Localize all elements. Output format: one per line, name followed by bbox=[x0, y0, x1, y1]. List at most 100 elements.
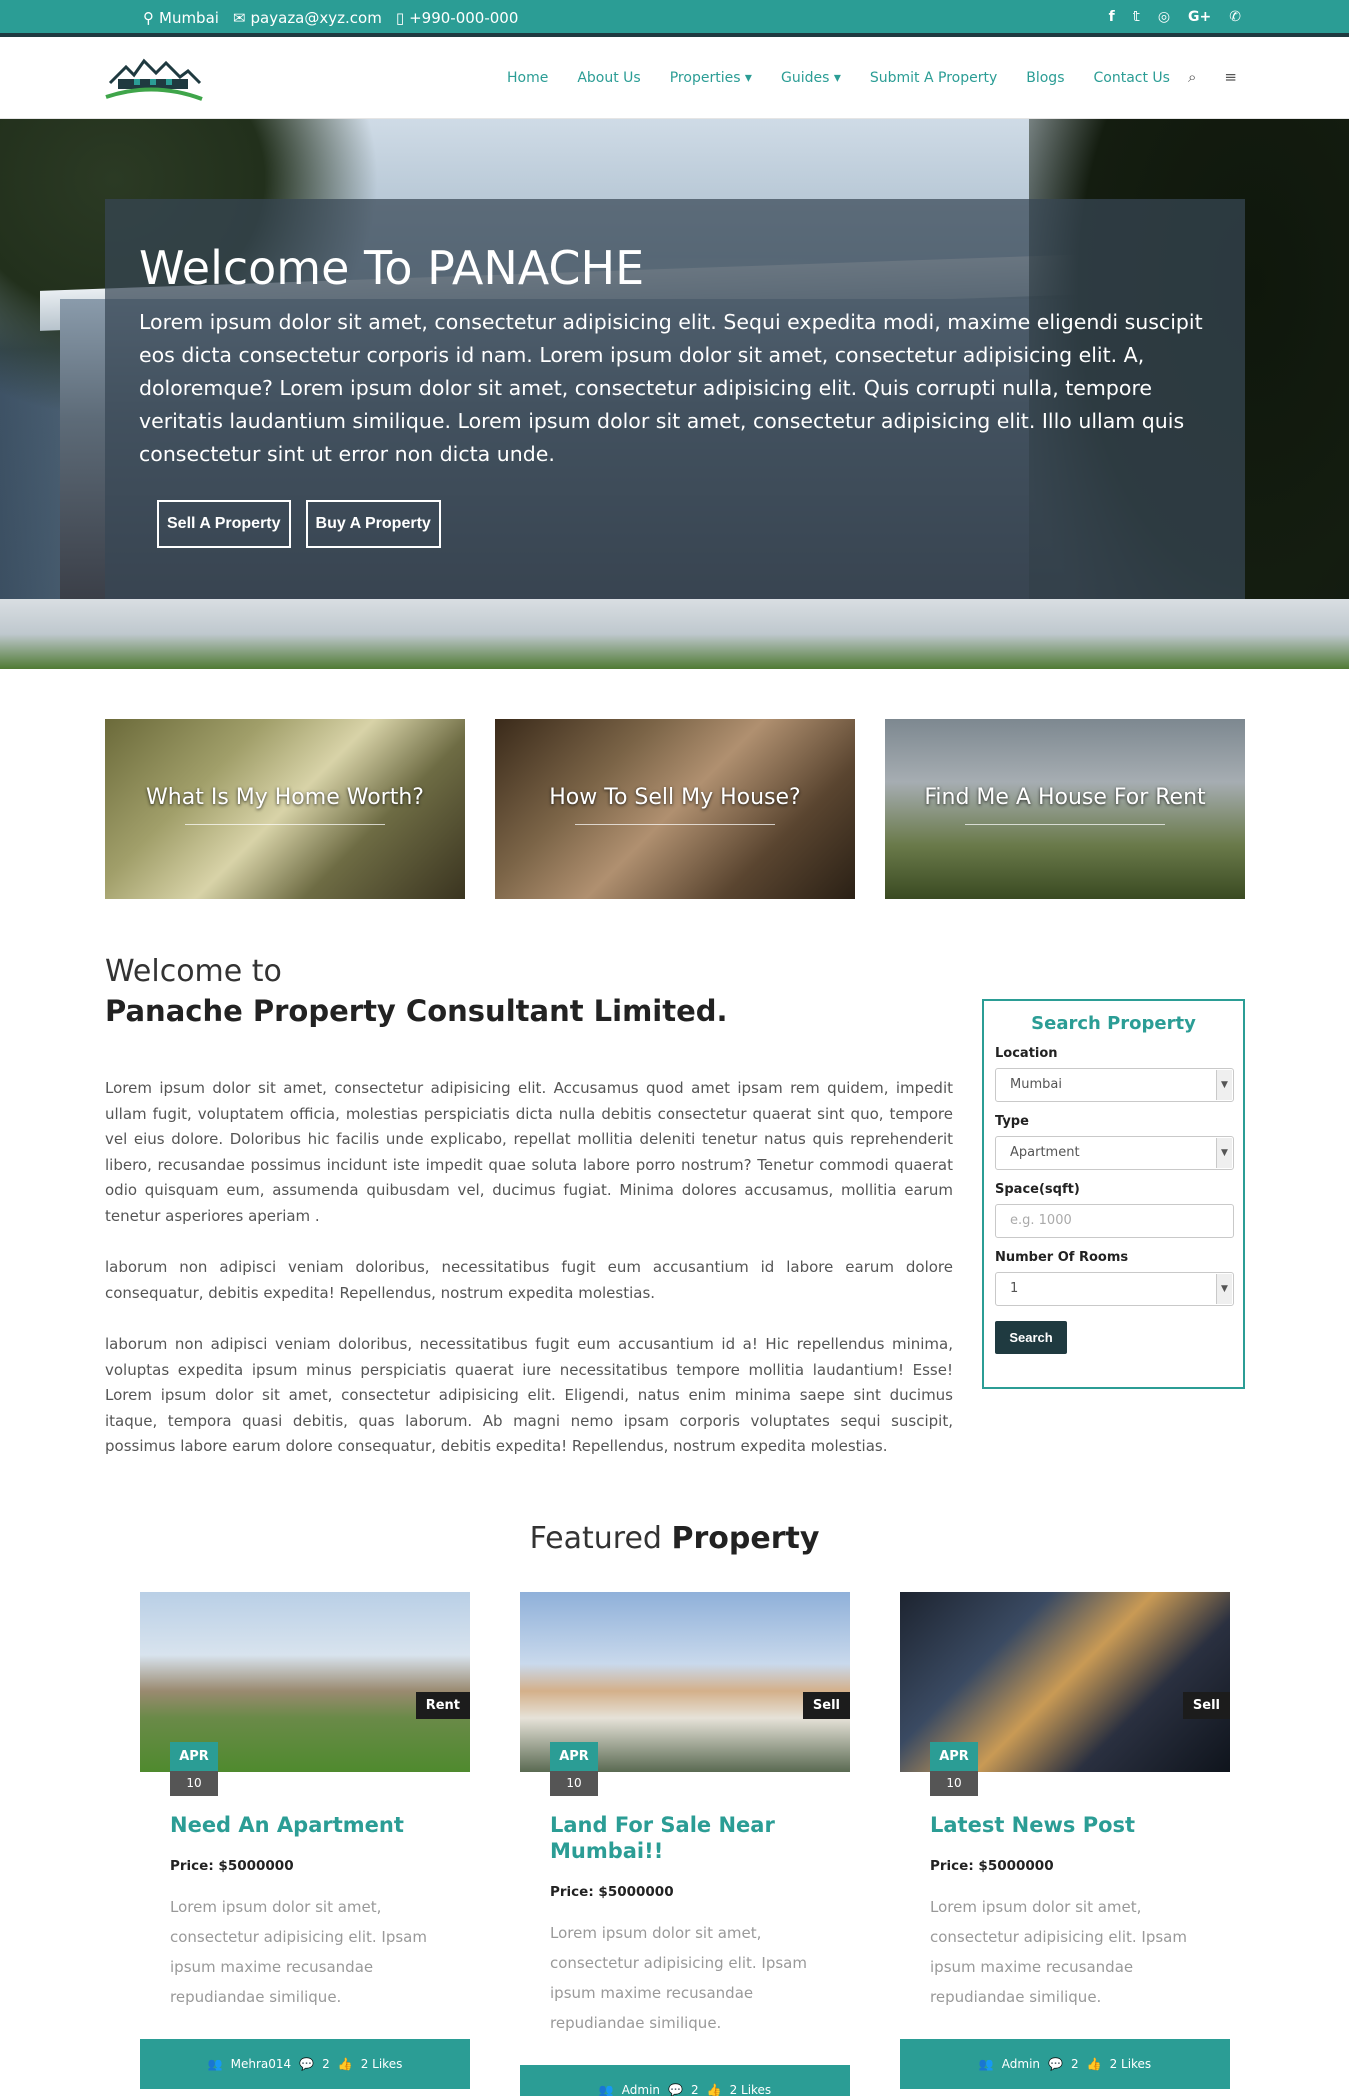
property-image[interactable]: Rent APR 10 bbox=[140, 1592, 470, 1796]
house-logo-icon[interactable] bbox=[104, 53, 204, 105]
date-day: 10 bbox=[170, 1771, 218, 1796]
property-card[interactable]: Rent APR 10 Need An Apartment Price: $50… bbox=[140, 1592, 470, 2089]
chevron-down-icon: ▼ bbox=[1216, 1138, 1232, 1168]
likes-count: 2 Likes bbox=[360, 2057, 403, 2071]
mobile-icon: ▯ bbox=[395, 9, 405, 27]
property-card[interactable]: Sell APR 10 Latest News Post Price: $500… bbox=[900, 1592, 1230, 2089]
type-label: Type bbox=[995, 1114, 1029, 1129]
date-badge: APR 10 bbox=[170, 1742, 218, 1796]
house-rent-title: Find Me A House For Rent bbox=[924, 785, 1206, 810]
comments-icon: 💬 bbox=[668, 2083, 683, 2096]
featured-title-light: Featured bbox=[529, 1521, 672, 1556]
location-item: ⚲ Mumbai bbox=[143, 9, 219, 27]
email-text[interactable]: payaza@xyz.com bbox=[251, 9, 382, 27]
property-price: Price: $5000000 bbox=[170, 1858, 294, 1874]
hero-buttons: Sell A Property Buy A Property bbox=[157, 500, 441, 548]
phone-text: +990-000-000 bbox=[409, 9, 519, 27]
nav-guides[interactable]: Guides ▾ bbox=[781, 70, 841, 86]
welcome-paragraph-3: laborum non adipisci veniam doloribus, n… bbox=[105, 1335, 953, 1455]
card-underline bbox=[185, 824, 385, 825]
nav-submit-property[interactable]: Submit A Property bbox=[870, 70, 997, 86]
status-badge: Rent bbox=[415, 1692, 470, 1719]
menu-icon[interactable]: ≡ bbox=[1224, 68, 1237, 86]
property-meta: 👥 Admin 💬 2 👍 2 Likes bbox=[520, 2065, 850, 2096]
buy-property-button[interactable]: Buy A Property bbox=[305, 500, 441, 548]
company-name: Panache Property Consultant Limited. bbox=[105, 994, 728, 1028]
users-icon: 👥 bbox=[598, 2083, 614, 2096]
featured-title: Featured Property bbox=[0, 1521, 1349, 1556]
instagram-icon[interactable]: ◎ bbox=[1158, 9, 1170, 25]
date-day: 10 bbox=[550, 1771, 598, 1796]
thumbs-up-icon[interactable]: 👍 bbox=[338, 2057, 353, 2071]
twitter-icon[interactable]: 𝕥 bbox=[1133, 9, 1140, 25]
users-icon: 👥 bbox=[207, 2057, 223, 2071]
comment-count: 2 bbox=[322, 2057, 330, 2071]
status-badge: Sell bbox=[1182, 1692, 1230, 1719]
location-select[interactable]: Mumbai ▼ bbox=[995, 1068, 1234, 1102]
envelope-icon: ✉ bbox=[232, 9, 246, 27]
card-underline bbox=[965, 824, 1165, 825]
author-name[interactable]: Mehra014 bbox=[231, 2057, 292, 2071]
welcome-paragraph-2: laborum non adipisci veniam doloribus, n… bbox=[105, 1258, 953, 1302]
author-name[interactable]: Admin bbox=[622, 2083, 660, 2096]
date-badge: APR 10 bbox=[930, 1742, 978, 1796]
nav-contact[interactable]: Contact Us bbox=[1094, 70, 1170, 86]
social-links: f 𝕥 ◎ G+ ✆ bbox=[1109, 9, 1241, 25]
nav-blogs[interactable]: Blogs bbox=[1026, 70, 1064, 86]
search-icon[interactable]: ⌕ bbox=[1188, 68, 1196, 86]
card-underline bbox=[575, 824, 775, 825]
welcome-paragraph-1: Lorem ipsum dolor sit amet, consectetur … bbox=[105, 1079, 953, 1225]
date-month: APR bbox=[170, 1742, 218, 1771]
comments-icon: 💬 bbox=[1048, 2057, 1063, 2071]
author-name[interactable]: Admin bbox=[1002, 2057, 1040, 2071]
date-day: 10 bbox=[930, 1771, 978, 1796]
house-rent-card[interactable]: Find Me A House For Rent bbox=[885, 719, 1245, 899]
property-meta: 👥 Admin 💬 2 👍 2 Likes bbox=[900, 2039, 1230, 2089]
nav-icons: ⌕ ≡ bbox=[1188, 68, 1237, 86]
phone-item: ▯ +990-000-000 bbox=[396, 9, 519, 27]
search-property-panel: Search Property Location Mumbai ▼ Type A… bbox=[982, 999, 1245, 1389]
email-item[interactable]: ✉ payaza@xyz.com bbox=[233, 9, 382, 27]
nav-home[interactable]: Home bbox=[507, 70, 548, 86]
users-icon: 👥 bbox=[978, 2057, 994, 2071]
property-card[interactable]: Sell APR 10 Land For Sale Near Mumbai!! … bbox=[520, 1592, 850, 2096]
space-input[interactable]: e.g. 1000 bbox=[995, 1204, 1234, 1238]
property-image[interactable]: Sell APR 10 bbox=[520, 1592, 850, 1796]
date-month: APR bbox=[930, 1742, 978, 1771]
property-price: Price: $5000000 bbox=[930, 1858, 1054, 1874]
google-plus-icon[interactable]: G+ bbox=[1188, 9, 1211, 25]
nav-about[interactable]: About Us bbox=[577, 70, 640, 86]
property-title[interactable]: Land For Sale Near Mumbai!! bbox=[550, 1812, 820, 1864]
comments-icon: 💬 bbox=[299, 2057, 315, 2071]
facebook-icon[interactable]: f bbox=[1109, 9, 1115, 25]
whatsapp-icon[interactable]: ✆ bbox=[1229, 9, 1241, 25]
featured-title-bold: Property bbox=[671, 1521, 820, 1556]
chevron-down-icon: ▼ bbox=[1216, 1274, 1232, 1304]
type-select-value: Apartment bbox=[1010, 1145, 1080, 1160]
welcome-heading: Welcome to bbox=[105, 954, 282, 989]
likes-count: 2 Likes bbox=[729, 2083, 772, 2096]
top-bar: ⚲ Mumbai ✉ payaza@xyz.com ▯ +990-000-000… bbox=[0, 0, 1349, 37]
property-description: Lorem ipsum dolor sit amet, consectetur … bbox=[930, 1898, 1187, 2006]
home-worth-title: What Is My Home Worth? bbox=[146, 785, 424, 810]
sell-house-card[interactable]: How To Sell My House? bbox=[495, 719, 855, 899]
map-marker-icon: ⚲ bbox=[143, 9, 154, 27]
nav-properties[interactable]: Properties ▾ bbox=[670, 70, 752, 86]
hero-lawn bbox=[0, 599, 1349, 669]
home-worth-card[interactable]: What Is My Home Worth? bbox=[105, 719, 465, 899]
hero-text: Lorem ipsum dolor sit amet, consectetur … bbox=[139, 310, 1203, 466]
search-button[interactable]: Search bbox=[995, 1321, 1067, 1354]
property-title[interactable]: Need An Apartment bbox=[170, 1812, 440, 1838]
sell-house-title: How To Sell My House? bbox=[549, 785, 801, 810]
sell-property-button[interactable]: Sell A Property bbox=[157, 500, 291, 548]
property-meta: 👥 Mehra014 💬 2 👍 2 Likes bbox=[140, 2039, 470, 2089]
property-title[interactable]: Latest News Post bbox=[930, 1812, 1200, 1838]
thumbs-up-icon[interactable]: 👍 bbox=[1087, 2057, 1102, 2071]
location-label: Location bbox=[995, 1046, 1058, 1061]
thumbs-up-icon[interactable]: 👍 bbox=[707, 2083, 722, 2096]
rooms-select[interactable]: 1 ▼ bbox=[995, 1272, 1234, 1306]
property-image[interactable]: Sell APR 10 bbox=[900, 1592, 1230, 1796]
type-select[interactable]: Apartment ▼ bbox=[995, 1136, 1234, 1170]
property-description: Lorem ipsum dolor sit amet, consectetur … bbox=[170, 1898, 427, 2006]
comment-count: 2 bbox=[1070, 2057, 1079, 2071]
